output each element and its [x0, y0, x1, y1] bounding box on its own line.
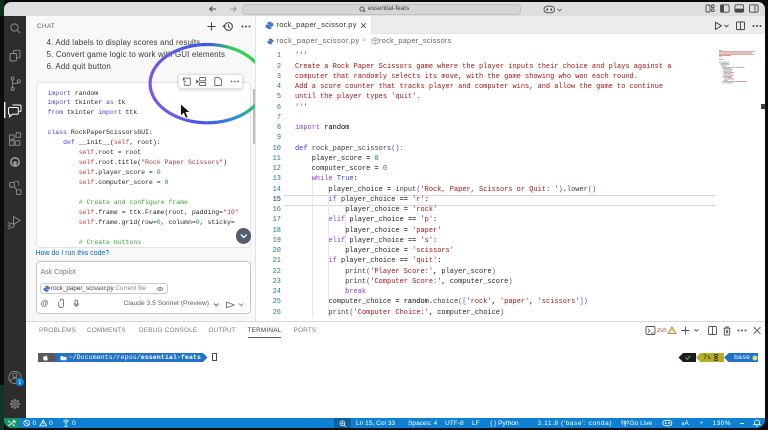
svg-text:1: 1: [18, 380, 21, 386]
